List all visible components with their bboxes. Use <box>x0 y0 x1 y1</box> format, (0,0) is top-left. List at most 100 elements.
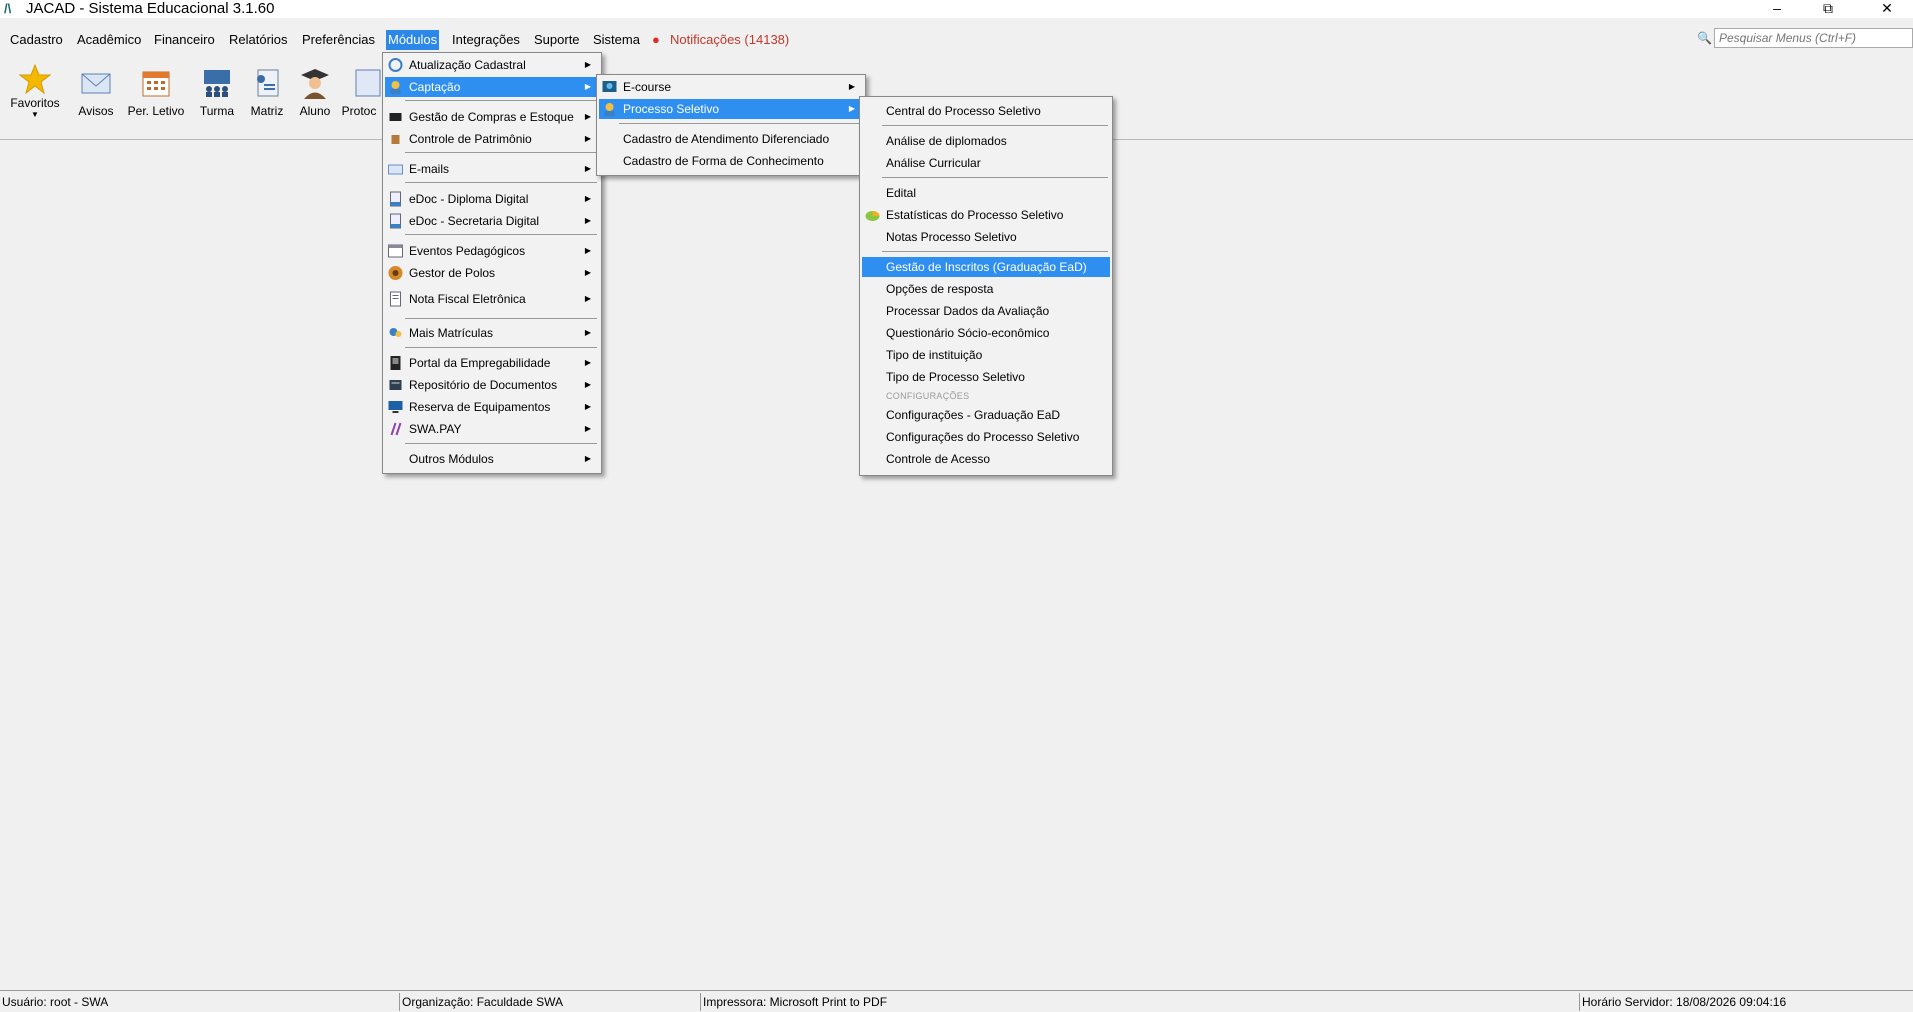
submenu-arrow-icon: ▶ <box>584 164 591 173</box>
item-label: Central do Processo Seletivo <box>886 104 1041 118</box>
menu-divider <box>405 152 597 153</box>
menu-item-gestao-inscritos[interactable]: Gestão de Inscritos (Graduação EaD) <box>862 257 1110 277</box>
menu-item-portal-empregabilidade[interactable]: Portal da Empregabilidade ▶ <box>385 353 599 373</box>
refresh-icon <box>388 58 403 72</box>
menu-item-reserva-equipamentos[interactable]: Reserva de Equipamentos ▶ <box>385 397 599 417</box>
menu-item-analise-diplomados[interactable]: Análise de diplomados <box>862 131 1110 151</box>
menu-item-captacao[interactable]: Captação ▶ <box>385 77 599 97</box>
menu-divider <box>405 100 597 101</box>
menu-item-atualizacao-cadastral[interactable]: Atualização Cadastral ▶ <box>385 55 599 75</box>
menu-item-nota-fiscal[interactable]: Nota Fiscal Eletrônica ▶ <box>385 289 599 309</box>
menu-suporte[interactable]: Suporte <box>532 30 582 50</box>
menu-item-forma-conhecimento[interactable]: Cadastro de Forma de Conhecimento <box>599 151 863 171</box>
submenu-arrow-icon: ▶ <box>584 380 591 389</box>
toolbar-per-letivo[interactable]: Per. Letivo <box>126 66 186 118</box>
menu-item-controle-patrimonio[interactable]: Controle de Patrimônio ▶ <box>385 129 599 149</box>
toolbar-avisos[interactable]: Avisos <box>66 66 126 118</box>
menu-item-edoc-secretaria[interactable]: eDoc - Secretaria Digital ▶ <box>385 211 599 231</box>
menu-integracoes[interactable]: Integrações <box>450 30 522 50</box>
item-label: Mais Matrículas <box>409 326 494 340</box>
minimize-icon[interactable]: – <box>1754 0 1800 18</box>
status-printer: Impressora: Microsoft Print to PDF <box>701 993 1580 1011</box>
search-input[interactable] <box>1715 29 1912 47</box>
toolbar-label: Favoritos <box>10 96 60 110</box>
search-menus[interactable] <box>1714 28 1913 48</box>
menu-item-swa-pay[interactable]: SWA.PAY ▶ <box>385 419 599 439</box>
menu-item-analise-curricular[interactable]: Análise Curricular <box>862 153 1110 173</box>
menu-item-config-graduacao-ead[interactable]: Configurações - Graduação EaD <box>862 405 1110 425</box>
menu-item-notas-processo[interactable]: Notas Processo Seletivo <box>862 227 1110 247</box>
menu-item-repositorio-documentos[interactable]: Repositório de Documentos ▶ <box>385 375 599 395</box>
item-label: Processo Seletivo <box>623 102 720 116</box>
menu-item-eventos-pedagogicos[interactable]: Eventos Pedagógicos ▶ <box>385 241 599 261</box>
item-label: Processar Dados da Avaliação <box>886 304 1050 318</box>
toolbar-label: Per. Letivo <box>127 104 185 118</box>
menu-item-processo-seletivo[interactable]: Processo Seletivo ▶ <box>599 99 863 119</box>
menu-modulos[interactable]: Módulos <box>386 30 440 50</box>
restore-icon[interactable]: ⧉ <box>1805 0 1851 18</box>
menu-sistema[interactable]: Sistema <box>591 30 642 50</box>
toolbar-favoritos[interactable]: Favoritos ▼ <box>5 62 65 120</box>
submenu-arrow-icon: ▶ <box>584 328 591 337</box>
submenu-arrow-icon: ▶ <box>584 246 591 255</box>
notification-icon[interactable]: ● <box>650 30 662 50</box>
menu-academico[interactable]: Acadêmico <box>75 30 143 50</box>
menu-item-questionario[interactable]: Questionário Sócio-econômico <box>862 323 1110 343</box>
submenu-arrow-icon: ▶ <box>584 424 591 433</box>
toolbar-label: Turma <box>199 104 235 118</box>
menu-divider <box>405 234 597 235</box>
item-label: Análise Curricular <box>886 156 981 170</box>
item-label: Análise de diplomados <box>886 134 1007 148</box>
menu-item-config-processo[interactable]: Configurações do Processo Seletivo <box>862 427 1110 447</box>
menu-item-edoc-diploma[interactable]: eDoc - Diploma Digital ▶ <box>385 189 599 209</box>
item-label: SWA.PAY <box>409 422 462 436</box>
protocol-icon <box>355 69 381 97</box>
item-label: Opções de resposta <box>886 282 994 296</box>
star-icon <box>18 63 52 95</box>
toolbar-label: Protoc <box>341 104 377 118</box>
menu-item-tipo-processo[interactable]: Tipo de Processo Seletivo <box>862 367 1110 387</box>
processo-seletivo-submenu: Central do Processo Seletivo Análise de … <box>859 96 1113 476</box>
menu-item-central-processo[interactable]: Central do Processo Seletivo <box>862 101 1110 121</box>
title-bar: /\ JACAD - Sistema Educacional 3.1.60 – … <box>0 0 1913 18</box>
item-label: Outros Módulos <box>409 452 494 466</box>
notifications-link[interactable]: Notificações (14138) <box>668 30 791 50</box>
menu-item-opcoes-resposta[interactable]: Opções de resposta <box>862 279 1110 299</box>
statistics-icon <box>865 211 880 221</box>
menu-relatorios[interactable]: Relatórios <box>227 30 290 50</box>
menu-item-gestao-compras[interactable]: Gestão de Compras e Estoque ▶ <box>385 107 599 127</box>
menu-item-e-course[interactable]: E-course ▶ <box>599 77 863 97</box>
secretary-doc-icon <box>390 213 401 229</box>
menu-divider <box>405 318 597 319</box>
menu-divider <box>405 182 597 183</box>
toolbar-protocolo[interactable]: Protoc <box>336 66 382 118</box>
menu-item-atendimento-diferenciado[interactable]: Cadastro de Atendimento Diferenciado <box>599 129 863 149</box>
submenu-arrow-icon: ▶ <box>584 194 591 203</box>
menu-preferencias[interactable]: Preferências <box>300 30 377 50</box>
toolbar-label: Matriz <box>250 104 284 118</box>
item-label: Configurações do Processo Seletivo <box>886 430 1080 444</box>
item-label: Controle de Patrimônio <box>409 132 532 146</box>
menu-item-outros-modulos[interactable]: Outros Módulos ▶ <box>385 449 599 469</box>
close-icon[interactable]: ✕ <box>1864 0 1910 18</box>
menu-divider <box>405 347 597 348</box>
menu-item-estatisticas[interactable]: Estatísticas do Processo Seletivo <box>862 205 1110 225</box>
menu-item-emails[interactable]: E-mails ▶ <box>385 159 599 179</box>
menu-financeiro[interactable]: Financeiro <box>152 30 217 50</box>
menu-item-edital[interactable]: Edital <box>862 183 1110 203</box>
menu-item-controle-acesso[interactable]: Controle de Acesso <box>862 449 1110 469</box>
menu-item-gestor-polos[interactable]: Gestor de Polos ▶ <box>385 263 599 283</box>
item-label: E-mails <box>409 162 450 176</box>
item-label: Gestor de Polos <box>409 266 496 280</box>
menu-item-mais-matriculas[interactable]: Mais Matrículas ▶ <box>385 323 599 343</box>
menu-item-processar-dados[interactable]: Processar Dados da Avaliação <box>862 301 1110 321</box>
item-label: Captação <box>409 80 461 94</box>
menu-cadastro[interactable]: Cadastro <box>8 30 65 50</box>
menu-item-tipo-instituicao[interactable]: Tipo de instituição <box>862 345 1110 365</box>
cart-icon <box>389 113 402 121</box>
menu-divider <box>405 443 597 444</box>
item-label: Tipo de instituição <box>886 348 983 362</box>
menu-divider <box>882 125 1108 126</box>
class-group-icon <box>204 70 230 97</box>
submenu-arrow-icon: ▶ <box>584 60 591 69</box>
